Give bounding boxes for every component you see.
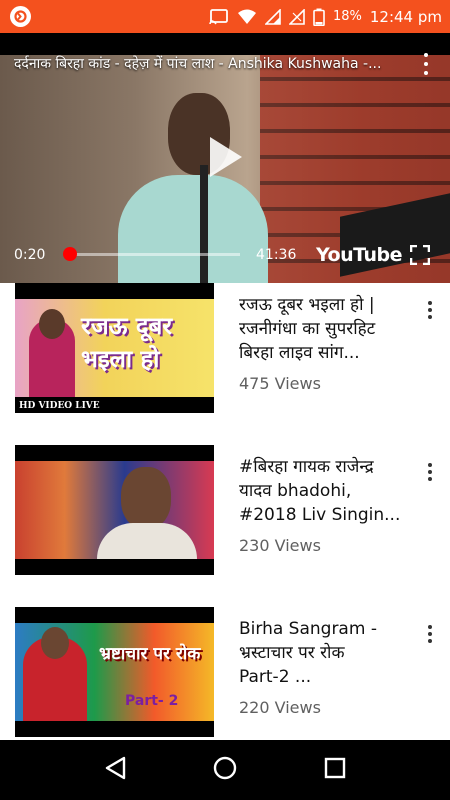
battery-percent: 18% [332,9,362,24]
total-time: 41:36 [256,247,297,263]
view-count: 475 Views [239,374,321,393]
signal-empty-icon [288,8,305,25]
video-thumbnail[interactable]: भ्रष्टाचार पर रोक Part- 2 [15,607,214,737]
seek-bar[interactable] [63,247,240,261]
app-badge-icon [10,6,31,27]
video-title[interactable]: Birha Sangram - भ्रस्टाचार पर रोक Part-2… [239,617,417,689]
signal-icon [264,8,281,25]
thumbnail-text: भ्रष्टाचार पर रोक [99,644,201,664]
video-player[interactable]: दर्दनाक बिरहा कांड - दहेज़ में पांच लाश … [0,33,450,283]
status-bar: 18% 12:44 pm [0,0,450,33]
home-icon[interactable] [213,756,237,784]
thumbnail-text: रजऊ दूबर भइला हो [81,312,173,373]
view-count: 230 Views [239,536,321,555]
thumbnail-caption: HD VIDEO LIVE [19,401,100,411]
thumbnail-caption: Part- 2 [125,693,179,709]
list-item[interactable]: #बिरहा गायक राजेन्द्र यादव bhadohi, #201… [0,445,450,595]
fullscreen-icon[interactable] [409,244,431,269]
cast-icon [209,8,229,25]
video-title: दर्दनाक बिरहा कांड - दहेज़ में पांच लाश … [14,56,382,72]
current-time: 0:20 [14,247,46,263]
clock: 12:44 pm [369,7,442,26]
video-thumbnail[interactable] [15,445,214,575]
more-vert-icon[interactable] [425,301,435,319]
list-item[interactable]: भ्रष्टाचार पर रोक Part- 2 Birha Sangram … [0,607,450,740]
video-title[interactable]: रजऊ दूबर भइला हो | रजनीगंधा का सुपरहिट ब… [239,293,417,365]
recents-icon[interactable] [324,757,346,783]
more-vert-icon[interactable] [425,625,435,643]
play-icon[interactable] [208,135,244,183]
more-vert-icon[interactable] [425,463,435,481]
back-icon[interactable] [104,756,126,784]
youtube-logo[interactable]: YouTube [316,244,402,266]
list-item[interactable]: रजऊ दूबर भइला हो HD VIDEO LIVE रजऊ दूबर … [0,283,450,433]
view-count: 220 Views [239,698,321,717]
more-vert-icon[interactable] [420,53,432,75]
video-thumbnail[interactable]: रजऊ दूबर भइला हो HD VIDEO LIVE [15,283,214,413]
related-videos-list: रजऊ दूबर भइला हो HD VIDEO LIVE रजऊ दूबर … [0,283,450,740]
system-nav-bar [0,740,450,800]
wifi-icon [237,9,257,25]
video-title[interactable]: #बिरहा गायक राजेन्द्र यादव bhadohi, #201… [239,455,417,527]
battery-icon [313,8,325,26]
